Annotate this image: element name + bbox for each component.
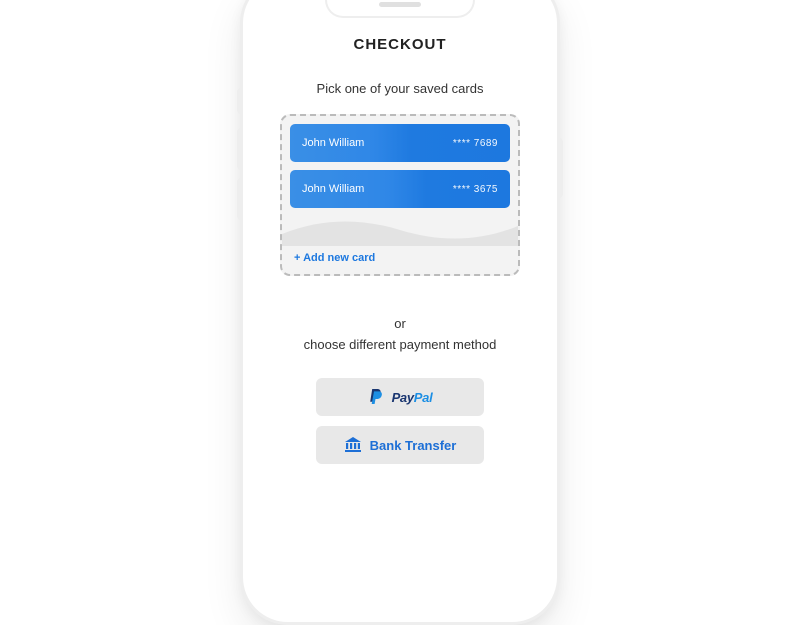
saved-cards-subtitle: Pick one of your saved cards (317, 81, 484, 96)
phone-volume-down (237, 178, 241, 220)
choose-method-label: choose different payment method (304, 337, 497, 352)
card-last-digits: **** 3675 (453, 184, 498, 195)
checkout-content: CHECKOUT Pick one of your saved cards Jo… (257, 0, 543, 474)
bank-transfer-button[interactable]: Bank Transfer (316, 426, 484, 464)
phone-power-button (559, 138, 563, 198)
or-label: or (394, 316, 406, 331)
paypal-button[interactable]: PayPal (316, 378, 484, 416)
card-last-digits: **** 7689 (453, 138, 498, 149)
phone-notch (325, 0, 475, 18)
add-new-card-button[interactable]: + Add new card (290, 246, 510, 270)
phone-frame: CHECKOUT Pick one of your saved cards Jo… (240, 0, 560, 625)
phone-speaker (379, 2, 421, 7)
card-holder-name: John William (302, 137, 364, 149)
card-holder-name: John William (302, 183, 364, 195)
phone-side-button (237, 88, 241, 114)
cards-wave-decoration (282, 212, 518, 246)
phone-screen: CHECKOUT Pick one of your saved cards Jo… (257, 0, 543, 608)
bank-transfer-label: Bank Transfer (370, 438, 457, 453)
paypal-label: PayPal (392, 390, 433, 405)
bank-icon (344, 437, 362, 453)
phone-volume-up (237, 128, 241, 170)
saved-card-1[interactable]: John William **** 7689 (290, 124, 510, 162)
paypal-icon (368, 388, 384, 406)
saved-card-2[interactable]: John William **** 3675 (290, 170, 510, 208)
saved-cards-container: John William **** 7689 John William ****… (280, 114, 520, 276)
page-title: CHECKOUT (354, 36, 447, 53)
